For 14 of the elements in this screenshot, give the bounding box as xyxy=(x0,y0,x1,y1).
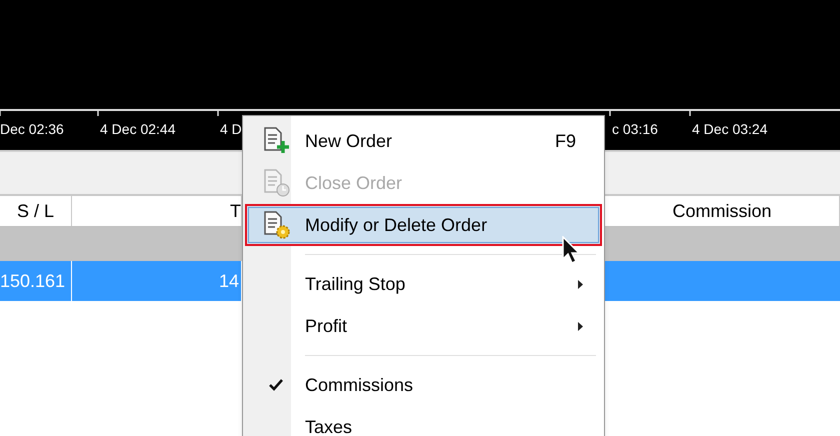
time-label: 4 Dec 02:44 xyxy=(100,120,176,139)
menu-label: Commissions xyxy=(305,374,414,396)
time-label: 4 D xyxy=(220,120,242,139)
menu-label: Taxes xyxy=(305,416,352,436)
menu-label: Close Order xyxy=(305,172,402,194)
menu-label: Trailing Stop xyxy=(305,272,406,296)
table-cell: 150.161 xyxy=(0,261,72,301)
time-label: Dec 02:36 xyxy=(0,120,64,139)
time-label: 4 Dec 03:24 xyxy=(692,120,768,139)
shortcut-key: F9 xyxy=(554,128,576,154)
menu-label: New Order xyxy=(305,130,392,152)
menu-label: Profit xyxy=(305,314,348,338)
menu-label: Modify or Delete Order xyxy=(305,214,488,237)
time-label: c 03:16 xyxy=(612,120,658,139)
